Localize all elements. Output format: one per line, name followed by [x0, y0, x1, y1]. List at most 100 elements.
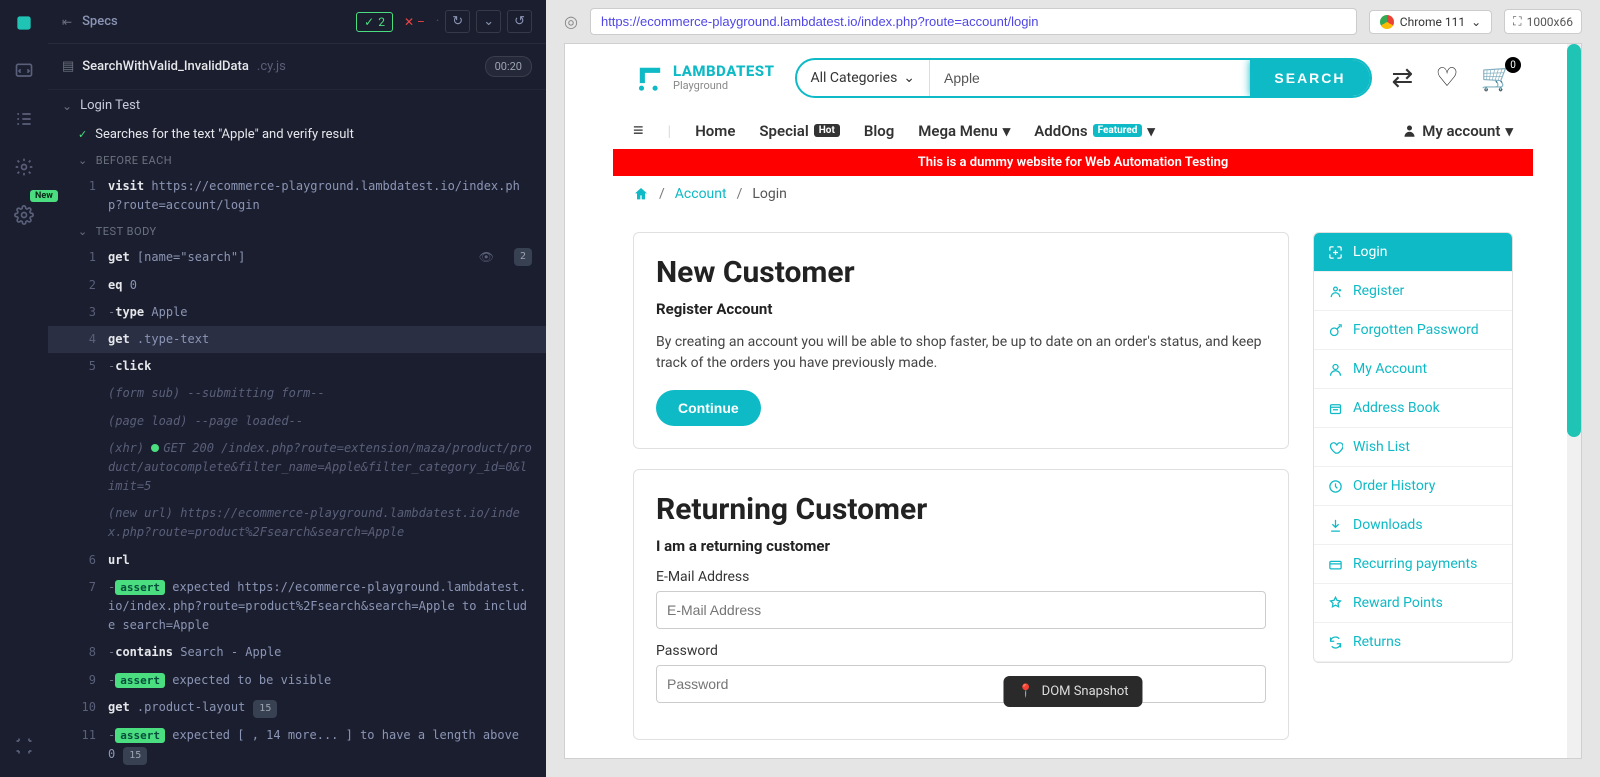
sidebar-item-order-history[interactable]: Order History — [1314, 467, 1512, 506]
separator: · — [436, 14, 439, 29]
nav-my-account[interactable]: My account ▾ — [1402, 122, 1513, 140]
command-row[interactable]: 7-assert expected https://ecommerce-play… — [48, 574, 546, 640]
file-row[interactable]: ▤ SearchWithValid_InvalidData .cy.js 00:2… — [48, 44, 546, 90]
rail-gear-icon[interactable] — [13, 204, 35, 226]
logo-text: LAMBDATEST — [673, 64, 775, 79]
command-row[interactable]: 9-assert expected to be visible — [48, 667, 546, 694]
dom-snapshot-label: DOM Snapshot — [1042, 684, 1129, 699]
command-row[interactable]: 3-type Apple — [48, 299, 546, 326]
cart-icon[interactable]: 🛒0 — [1481, 63, 1513, 93]
test-row[interactable]: ✓ Searches for the text "Apple" and veri… — [48, 121, 546, 148]
header-icons: ⇄ ♡ 🛒0 — [1392, 63, 1513, 93]
password-field[interactable] — [656, 665, 1266, 703]
email-field[interactable] — [656, 591, 1266, 629]
sidebar-item-downloads[interactable]: Downloads — [1314, 506, 1512, 545]
command-row[interactable]: (new url) https://ecommerce-playground.l… — [48, 500, 546, 546]
viewport-badge[interactable]: ⛶ 1000x66 — [1504, 9, 1582, 34]
rail-keyboard-icon[interactable] — [13, 735, 35, 757]
new-customer-subtitle: Register Account — [656, 300, 1266, 318]
returning-customer-card: Returning Customer I am a returning cust… — [633, 469, 1289, 740]
scrollbar[interactable] — [1567, 44, 1581, 758]
test-title: Searches for the text "Apple" and verify… — [95, 127, 354, 142]
sidebar-item-recurring-payments[interactable]: Recurring payments — [1314, 545, 1512, 584]
logo-icon — [633, 61, 667, 95]
breadcrumb-account[interactable]: Account — [675, 186, 727, 202]
sidebar-item-forgotten-password[interactable]: Forgotten Password — [1314, 311, 1512, 350]
command-row[interactable]: (form sub) --submitting form-- — [48, 380, 546, 407]
browser-preview: ◎ Chrome 111 ⌄ ⛶ 1000x66 — [546, 0, 1600, 777]
site-nav: ≡ | Home SpecialHot Blog Mega Menu ▾ Add… — [613, 112, 1533, 149]
site-content: LAMBDATEST Playground All Categories ⌄ S… — [613, 44, 1533, 758]
sidebar-item-register[interactable]: Register — [1314, 272, 1512, 311]
nav-blog[interactable]: Blog — [864, 122, 894, 140]
chevron-down-icon: ⌄ — [62, 99, 72, 113]
nav-addons[interactable]: AddOnsFeatured ▾ — [1034, 122, 1155, 140]
nav-special[interactable]: SpecialHot — [759, 122, 839, 140]
browser-badge[interactable]: Chrome 111 ⌄ — [1369, 10, 1492, 34]
section-label: BEFORE EACH — [96, 154, 172, 167]
sidebar-item-my-account[interactable]: My Account — [1314, 350, 1512, 389]
sidebar-item-reward-points[interactable]: Reward Points — [1314, 584, 1512, 623]
rail-code-icon[interactable] — [13, 60, 35, 82]
command-row[interactable]: 6url — [48, 547, 546, 574]
command-row[interactable]: (page load) --page loaded-- — [48, 408, 546, 435]
describe-title: Login Test — [80, 98, 140, 113]
collapse-icon[interactable]: ⇤ — [62, 15, 72, 29]
describe-block[interactable]: ⌄ Login Test — [48, 90, 546, 121]
command-row[interactable]: 1visit https://ecommerce-playground.lamb… — [48, 173, 546, 219]
email-label: E-Mail Address — [656, 569, 1266, 585]
rail-settings-icon[interactable] — [13, 156, 35, 178]
search-input[interactable] — [930, 70, 1250, 86]
left-rail: New — [0, 0, 48, 777]
dom-snapshot-badge[interactable]: 📍 DOM Snapshot — [1003, 676, 1142, 707]
fail-count-badge: ✕ – — [399, 13, 430, 31]
loading-icon[interactable]: ↻ — [445, 10, 470, 33]
command-row[interactable]: 5-click — [48, 353, 546, 380]
home-icon[interactable] — [633, 186, 649, 202]
panel-title: Specs — [82, 14, 118, 29]
file-ext: .cy.js — [257, 59, 286, 74]
reload-icon[interactable]: ↺ — [507, 10, 532, 33]
command-row[interactable]: 10get .product-layout15 — [48, 694, 546, 722]
rail-app-icon[interactable] — [13, 12, 35, 34]
rail-list-icon[interactable] — [13, 108, 35, 130]
search-category-select[interactable]: All Categories ⌄ — [797, 60, 931, 96]
target-icon[interactable]: ◎ — [564, 12, 578, 31]
compare-icon[interactable]: ⇄ — [1392, 63, 1414, 93]
file-icon: ▤ — [62, 59, 74, 74]
breadcrumb: / Account / Login — [613, 176, 1533, 212]
menu-icon[interactable]: ≡ — [633, 120, 644, 141]
before-each-header[interactable]: ⌄ BEFORE EACH — [48, 148, 546, 173]
viewport-dims: 1000x66 — [1527, 15, 1573, 29]
search-button[interactable]: SEARCH — [1250, 60, 1369, 96]
sidebar-item-address-book[interactable]: Address Book — [1314, 389, 1512, 428]
continue-button[interactable]: Continue — [656, 390, 761, 426]
file-name: SearchWithValid_InvalidData — [82, 59, 249, 74]
account-sidebar: LoginRegisterForgotten PasswordMy Accoun… — [1313, 232, 1513, 663]
sidebar-item-wish-list[interactable]: Wish List — [1314, 428, 1512, 467]
url-input[interactable] — [590, 8, 1357, 35]
command-row[interactable]: 2eq 0 — [48, 272, 546, 299]
site-logo[interactable]: LAMBDATEST Playground — [633, 61, 775, 95]
sidebar-item-returns[interactable]: Returns — [1314, 623, 1512, 662]
command-row[interactable]: (xhr) GET 200 /index.php?route=extension… — [48, 435, 546, 501]
chrome-label: Chrome 111 — [1400, 15, 1465, 29]
new-customer-title: New Customer — [656, 255, 1266, 290]
spec-header: ⇤ Specs ✓ 2 ✕ – · ↻ ⌄ ↺ — [48, 0, 546, 44]
nav-mega-menu[interactable]: Mega Menu ▾ — [918, 122, 1010, 140]
command-row[interactable]: 8-contains Search - Apple — [48, 639, 546, 666]
heart-icon[interactable]: ♡ — [1435, 63, 1458, 93]
cart-count-badge: 0 — [1505, 57, 1521, 73]
command-row[interactable]: 11-assert expected [ , 14 more... ] to h… — [48, 722, 546, 769]
sidebar-item-login[interactable]: Login — [1314, 233, 1512, 272]
new-customer-body: By creating an account you will be able … — [656, 332, 1266, 374]
nav-home[interactable]: Home — [695, 122, 735, 140]
chevron-down-icon[interactable]: ⌄ — [476, 10, 501, 33]
viewport: LAMBDATEST Playground All Categories ⌄ S… — [564, 43, 1582, 759]
command-row[interactable]: 1get [name="search"]👁2 — [48, 244, 546, 271]
new-customer-card: New Customer Register Account By creatin… — [633, 232, 1289, 449]
command-row[interactable]: 4get .type-text — [48, 326, 546, 353]
duration-badge: 00:20 — [485, 56, 532, 77]
spec-panel: ⇤ Specs ✓ 2 ✕ – · ↻ ⌄ ↺ ▤ SearchWithVali… — [48, 0, 546, 777]
test-body-header[interactable]: ⌄TEST BODY — [48, 219, 546, 244]
